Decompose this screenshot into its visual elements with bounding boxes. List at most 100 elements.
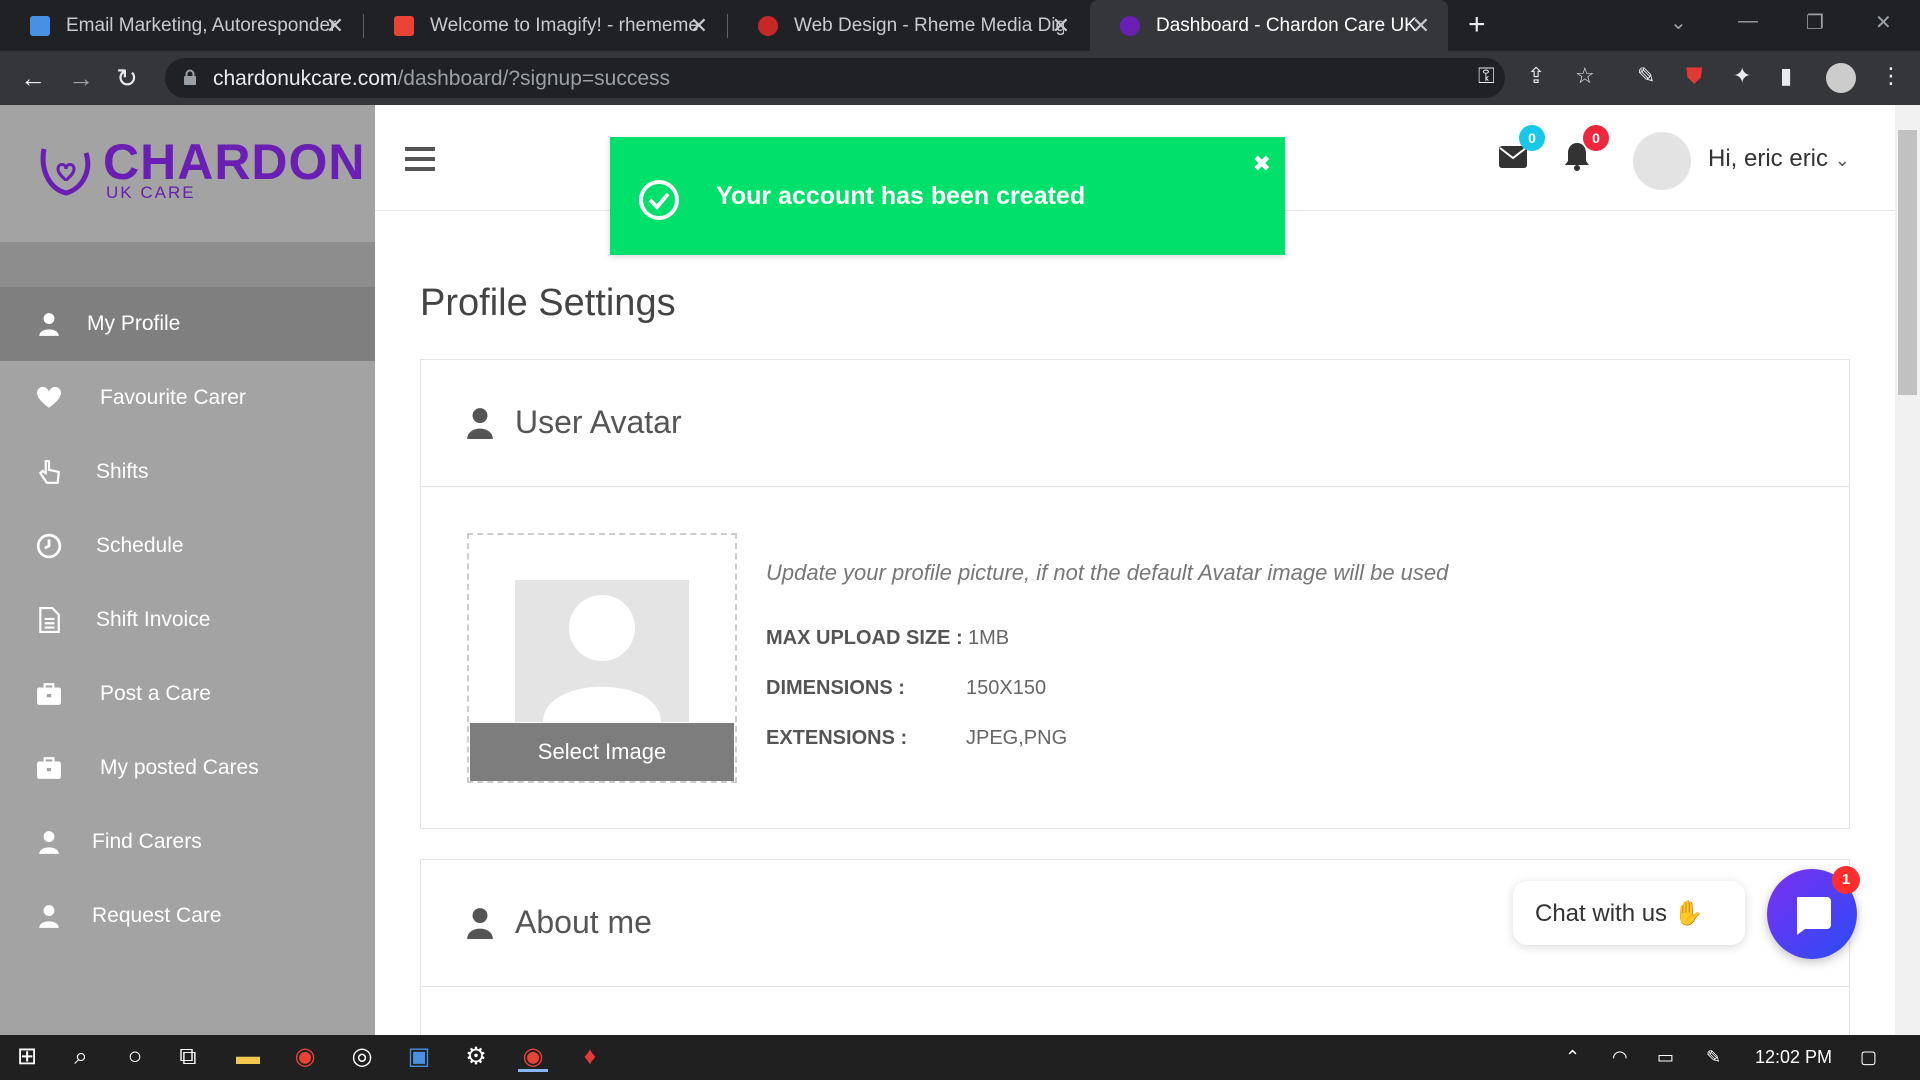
sidebar-item-find-carers[interactable]: Find Carers bbox=[0, 805, 375, 879]
sidebar-item-shifts[interactable]: Shifts bbox=[0, 435, 375, 509]
chardon-icon bbox=[1120, 15, 1140, 36]
new-tab-button[interactable]: + bbox=[1468, 8, 1486, 42]
cortana-icon[interactable]: ○ bbox=[120, 1042, 150, 1072]
clock-time[interactable]: 12:02 PM bbox=[1755, 1047, 1832, 1068]
briefcase-icon bbox=[37, 757, 61, 779]
user-icon bbox=[467, 908, 493, 939]
puzzle-icon[interactable]: ✦ bbox=[1733, 63, 1751, 89]
sidebar-item-my-profile[interactable]: My Profile bbox=[0, 287, 375, 361]
app-icon[interactable]: ◎ bbox=[347, 1042, 377, 1072]
user-icon bbox=[39, 313, 59, 336]
scrollbar-thumb[interactable] bbox=[1898, 130, 1917, 395]
clock-icon bbox=[36, 533, 62, 559]
search-icon[interactable]: ⌕ bbox=[66, 1042, 96, 1072]
url-text: chardonukcare.com/dashboard/?signup=succ… bbox=[213, 67, 671, 90]
sidebar-divider bbox=[0, 242, 375, 287]
card-header: User Avatar bbox=[421, 360, 1849, 487]
tab-title: Web Design - Rheme Media Digi bbox=[794, 14, 1064, 36]
file-explorer-icon[interactable]: ▬ bbox=[233, 1042, 263, 1072]
sidebar-item-schedule[interactable]: Schedule bbox=[0, 509, 375, 583]
star-icon[interactable]: ☆ bbox=[1575, 63, 1595, 89]
sidebar-item-label: Favourite Carer bbox=[100, 386, 246, 409]
wifi-icon[interactable]: ◠ bbox=[1612, 1047, 1628, 1068]
close-icon[interactable]: ✖ bbox=[1253, 151, 1271, 177]
extension-pen-icon[interactable]: ✎ bbox=[1637, 63, 1655, 89]
sidebar-item-my-posted-cares[interactable]: My posted Cares bbox=[0, 731, 375, 805]
address-bar[interactable]: chardonukcare.com/dashboard/?signup=succ… bbox=[165, 58, 1505, 98]
hamburger-menu-icon[interactable] bbox=[405, 147, 435, 177]
close-tab-icon[interactable]: ✕ bbox=[690, 13, 708, 39]
back-arrow-icon[interactable]: ← bbox=[20, 63, 46, 93]
chrome-icon[interactable]: ◉ bbox=[518, 1042, 548, 1072]
extensions-label: EXTENSIONS : bbox=[766, 727, 908, 749]
sidebar-item-label: Shifts bbox=[96, 460, 149, 483]
sidebar-item-shift-invoice[interactable]: Shift Invoice bbox=[0, 583, 375, 657]
browser-tabbar: Email Marketing, Autoresponder ✕ Welcome… bbox=[0, 0, 1920, 51]
waving-hand-icon: ✋ bbox=[1673, 900, 1704, 927]
sidebar-item-post-a-care[interactable]: Post a Care bbox=[0, 657, 375, 731]
word-icon[interactable]: ▣ bbox=[404, 1042, 434, 1072]
close-tab-icon[interactable]: ✕ bbox=[326, 13, 344, 39]
user-greeting[interactable]: Hi, eric eric ⌄ bbox=[1708, 145, 1850, 173]
tab-title: Welcome to Imagify! - rhememe bbox=[430, 14, 699, 36]
extensions-value: JPEG,PNG bbox=[966, 727, 1068, 749]
avatar[interactable] bbox=[1633, 132, 1691, 190]
tab-title: Dashboard - Chardon Care UK bbox=[1156, 14, 1417, 36]
tab-title: Email Marketing, Autoresponder bbox=[66, 14, 336, 36]
pen-icon[interactable]: ✎ bbox=[1706, 1047, 1721, 1068]
forward-arrow-icon[interactable]: → bbox=[68, 63, 94, 93]
pointer-hand-icon bbox=[38, 460, 60, 484]
tab-search-icon[interactable]: ⌄ bbox=[1670, 10, 1687, 35]
sidebar-item-request-care[interactable]: Request Care bbox=[0, 879, 375, 953]
chat-prompt[interactable]: Chat with us ✋ bbox=[1513, 881, 1745, 945]
chrome-icon[interactable]: ◉ bbox=[290, 1042, 320, 1072]
close-tab-icon[interactable]: ✕ bbox=[1052, 13, 1070, 39]
lock-icon bbox=[184, 69, 196, 85]
avatar-dropzone[interactable]: Select Image bbox=[467, 533, 737, 783]
share-icon[interactable]: ⇪ bbox=[1527, 63, 1545, 89]
restore-button[interactable]: ❐ bbox=[1806, 10, 1824, 35]
browser-tab-2[interactable]: Welcome to Imagify! - rhememe ✕ bbox=[364, 0, 726, 51]
side-panel-icon[interactable]: ▮ bbox=[1780, 63, 1792, 89]
card-title: User Avatar bbox=[515, 404, 682, 440]
notification-count-badge: 0 bbox=[1583, 125, 1609, 151]
settings-gear-icon[interactable]: ⚙ bbox=[461, 1042, 491, 1072]
sidebar-item-label: Find Carers bbox=[92, 830, 202, 853]
close-tab-icon[interactable]: ✕ bbox=[1412, 13, 1430, 39]
default-avatar-icon bbox=[543, 595, 661, 722]
card-title: About me bbox=[515, 904, 652, 940]
app-icon[interactable]: ♦ bbox=[575, 1042, 605, 1072]
sidebar-item-label: Shift Invoice bbox=[96, 608, 211, 631]
heart-icon bbox=[37, 386, 61, 408]
select-image-button[interactable]: Select Image bbox=[470, 723, 734, 781]
task-view-icon[interactable]: ⧉ bbox=[173, 1042, 203, 1072]
user-icon bbox=[39, 905, 59, 928]
chevron-up-icon[interactable]: ⌃ bbox=[1565, 1047, 1580, 1068]
browser-tab-active[interactable]: Dashboard - Chardon Care UK ✕ bbox=[1090, 0, 1448, 51]
browser-tab-1[interactable]: Email Marketing, Autoresponder ✕ bbox=[0, 0, 362, 51]
minimize-button[interactable]: — bbox=[1738, 10, 1758, 33]
windows-start-icon[interactable]: ⊞ bbox=[12, 1042, 42, 1072]
profile-avatar-icon[interactable] bbox=[1826, 63, 1856, 93]
chevron-down-icon: ⌄ bbox=[1834, 150, 1850, 170]
reload-icon[interactable]: ↻ bbox=[116, 63, 138, 93]
mail-icon bbox=[30, 15, 50, 36]
sidebar-item-favourite-carer[interactable]: Favourite Carer bbox=[0, 361, 375, 435]
brand-sub: UK CARE bbox=[106, 183, 196, 202]
user-icon bbox=[467, 408, 493, 439]
user-avatar-card: User Avatar Select Image Update your pro… bbox=[420, 359, 1850, 829]
close-window-button[interactable]: ✕ bbox=[1875, 10, 1892, 35]
sidebar-item-label: My Profile bbox=[87, 312, 181, 335]
extension-ublock-icon[interactable]: ⛊ bbox=[1686, 63, 1703, 89]
key-icon[interactable]: ⚿ bbox=[1478, 63, 1495, 89]
logo[interactable]: CHARDON UK CARE bbox=[0, 105, 375, 242]
menu-dots-icon[interactable]: ⋮ bbox=[1880, 63, 1902, 89]
briefcase-icon bbox=[37, 683, 61, 705]
notification-center-icon[interactable]: ▢ bbox=[1860, 1047, 1877, 1068]
avatar-placeholder bbox=[515, 580, 689, 722]
sidebar: CHARDON UK CARE My Profile Favourite Car… bbox=[0, 105, 375, 1035]
battery-icon[interactable]: ▭ bbox=[1657, 1047, 1674, 1068]
browser-tab-3[interactable]: Web Design - Rheme Media Digi ✕ bbox=[728, 0, 1088, 51]
stethoscope-heart-icon bbox=[40, 148, 91, 196]
page-title: Profile Settings bbox=[420, 282, 676, 324]
